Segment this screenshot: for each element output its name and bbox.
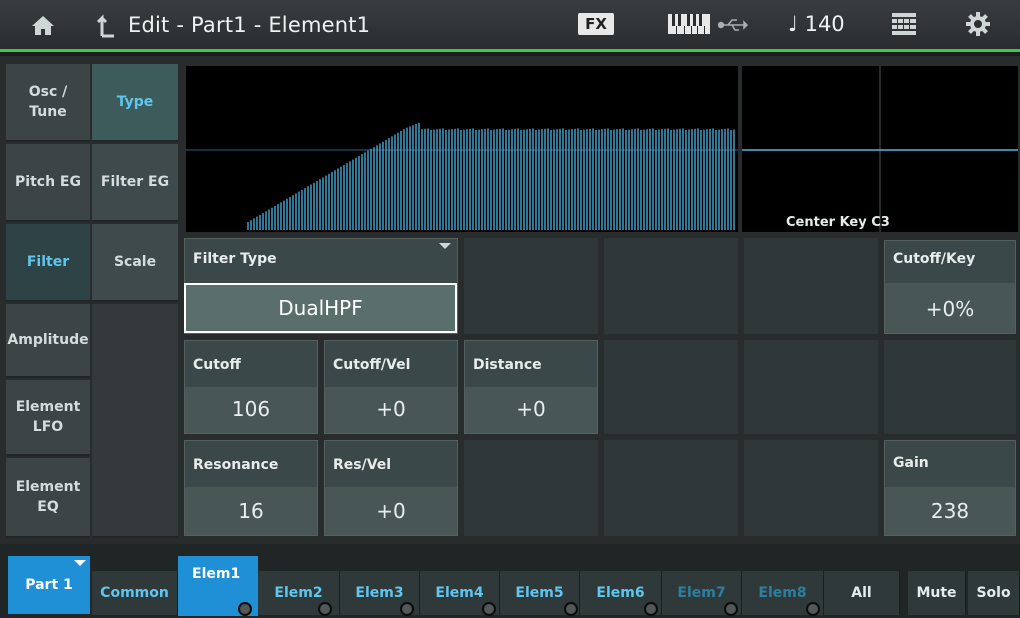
distance-cell[interactable]: Distance +0 xyxy=(464,340,598,434)
common-button[interactable]: Common xyxy=(92,571,178,615)
filter-curve-svg xyxy=(186,122,738,230)
resonance-cell[interactable]: Resonance 16 xyxy=(184,440,318,536)
tab-osc-tune[interactable]: Osc / Tune xyxy=(6,64,90,142)
resonance-value: 16 xyxy=(238,499,264,523)
res-vel-value: +0 xyxy=(376,499,406,523)
dropdown-arrow-icon xyxy=(74,560,86,566)
part-select-button[interactable]: Part 1 xyxy=(8,556,90,614)
empty-cell xyxy=(604,238,738,334)
empty-cell xyxy=(744,340,878,434)
filter-curve-graph xyxy=(186,66,738,232)
tab-element-eq[interactable]: Element EQ xyxy=(6,458,90,538)
elem2-indicator xyxy=(318,602,332,616)
elem4-indicator xyxy=(482,602,496,616)
cutoff-label: Cutoff xyxy=(193,357,241,373)
filter-type-value[interactable]: DualHPF xyxy=(184,283,457,333)
gain-value: 238 xyxy=(930,499,970,523)
part-label: Part 1 xyxy=(25,577,73,593)
empty-cell xyxy=(464,238,598,334)
grid-icon[interactable] xyxy=(892,13,916,35)
keyboard-icon[interactable] xyxy=(668,14,710,34)
gain-label: Gain xyxy=(893,455,929,471)
elem7-indicator xyxy=(724,602,738,616)
gain-cell[interactable]: Gain 238 xyxy=(884,440,1016,536)
subtab-empty xyxy=(92,304,178,538)
center-key-label: Center Key C3 xyxy=(786,215,890,230)
distance-label: Distance xyxy=(473,357,542,373)
usb-icon xyxy=(718,19,748,31)
cutoff-key-cell[interactable]: Cutoff/Key +0% xyxy=(884,240,1016,334)
cutoff-key-value: +0% xyxy=(925,297,975,321)
empty-cell xyxy=(744,238,878,334)
cutoff-cell[interactable]: Cutoff 106 xyxy=(184,340,318,434)
key-scale-graph: Center Key C3 xyxy=(742,66,1018,232)
all-button[interactable]: All xyxy=(824,571,900,615)
dropdown-arrow-icon xyxy=(439,243,451,249)
empty-cell xyxy=(884,340,1016,434)
solo-button[interactable]: Solo xyxy=(968,571,1020,615)
empty-cell xyxy=(604,440,738,536)
subtab-type[interactable]: Type xyxy=(92,64,178,142)
elem1-label: Elem1 xyxy=(192,566,241,582)
elem3-indicator xyxy=(400,602,414,616)
cutoff-vel-cell[interactable]: Cutoff/Vel +0 xyxy=(324,340,458,434)
cutoff-vel-value: +0 xyxy=(376,397,406,421)
res-vel-cell[interactable]: Res/Vel +0 xyxy=(324,440,458,536)
home-icon[interactable] xyxy=(30,14,56,36)
up-arrow-icon[interactable] xyxy=(96,12,116,38)
empty-cell xyxy=(744,440,878,536)
res-vel-label: Res/Vel xyxy=(333,457,392,473)
gear-icon[interactable] xyxy=(966,12,990,36)
subtab-scale[interactable]: Scale xyxy=(92,224,178,302)
elem5-indicator xyxy=(564,602,578,616)
mute-button[interactable]: Mute xyxy=(908,571,966,615)
fx-button[interactable]: FX xyxy=(578,13,614,35)
elem6-indicator xyxy=(644,602,658,616)
elem8-indicator xyxy=(806,602,820,616)
tab-element-lfo[interactable]: Element LFO xyxy=(6,380,90,456)
filter-type-label: Filter Type xyxy=(193,251,277,267)
subtab-filter-eg[interactable]: Filter EG xyxy=(92,144,178,222)
distance-value: +0 xyxy=(516,397,546,421)
tempo-display[interactable]: ♩ 140 xyxy=(788,12,845,36)
resonance-label: Resonance xyxy=(193,457,279,473)
empty-cell xyxy=(464,440,598,536)
top-bar: Edit - Part1 - Element1 FX ♩ 140 xyxy=(0,0,1020,52)
key-scale-svg: Center Key C3 xyxy=(742,66,1018,232)
page-title: Edit - Part1 - Element1 xyxy=(128,13,371,37)
tab-pitch-eg[interactable]: Pitch EG xyxy=(6,144,90,222)
tab-filter[interactable]: Filter xyxy=(6,224,90,302)
cutoff-key-label: Cutoff/Key xyxy=(893,251,976,267)
tab-amplitude[interactable]: Amplitude xyxy=(6,304,90,378)
empty-cell xyxy=(604,340,738,434)
elem1-indicator xyxy=(238,602,252,616)
cutoff-value: 106 xyxy=(231,397,271,421)
cutoff-vel-label: Cutoff/Vel xyxy=(333,357,411,373)
